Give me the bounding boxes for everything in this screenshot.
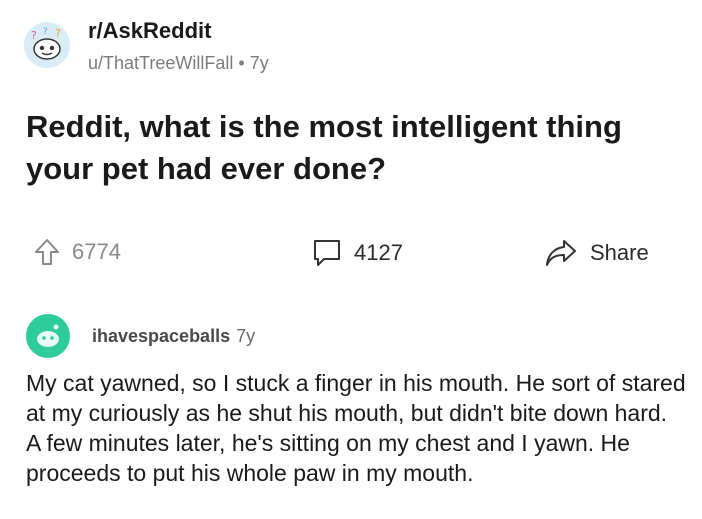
share-button[interactable]: Share [544, 238, 649, 268]
comment-header: ihavespaceballs 7y [26, 314, 255, 358]
post-author[interactable]: u/ThatTreeWillFall [88, 53, 233, 73]
user-avatar-icon[interactable] [26, 314, 70, 358]
meta-separator: • [238, 53, 245, 73]
comments-button[interactable]: 4127 [312, 238, 403, 268]
comment-bubble-icon [314, 240, 340, 266]
svg-text:?: ? [31, 29, 37, 42]
comment-count: 4127 [354, 240, 403, 265]
svg-text:?: ? [55, 27, 61, 40]
post-actions: 6774 4127 Share [0, 238, 702, 282]
svg-text:?: ? [43, 27, 48, 37]
comment-body: My cat yawned, so I stuck a finger in hi… [26, 370, 686, 486]
upvote-button[interactable]: 6774 [34, 238, 121, 266]
post-title[interactable]: Reddit, what is the most intelligent thi… [26, 106, 686, 190]
post-age: 7y [249, 53, 269, 73]
askreddit-snoo-icon[interactable]: ? ? ? [24, 22, 70, 68]
comment-age: 7y [236, 325, 256, 346]
subreddit-name[interactable]: r/AskReddit [88, 18, 269, 44]
upvote-arrow-icon [35, 239, 59, 265]
comment-username[interactable]: ihavespaceballs [92, 326, 230, 347]
upvote-count: 6774 [72, 239, 121, 264]
post-header: ? ? ? r/AskReddit u/ThatTreeWillFall • 7… [24, 18, 269, 74]
share-label: Share [590, 240, 649, 265]
share-arrow-icon [546, 240, 576, 266]
